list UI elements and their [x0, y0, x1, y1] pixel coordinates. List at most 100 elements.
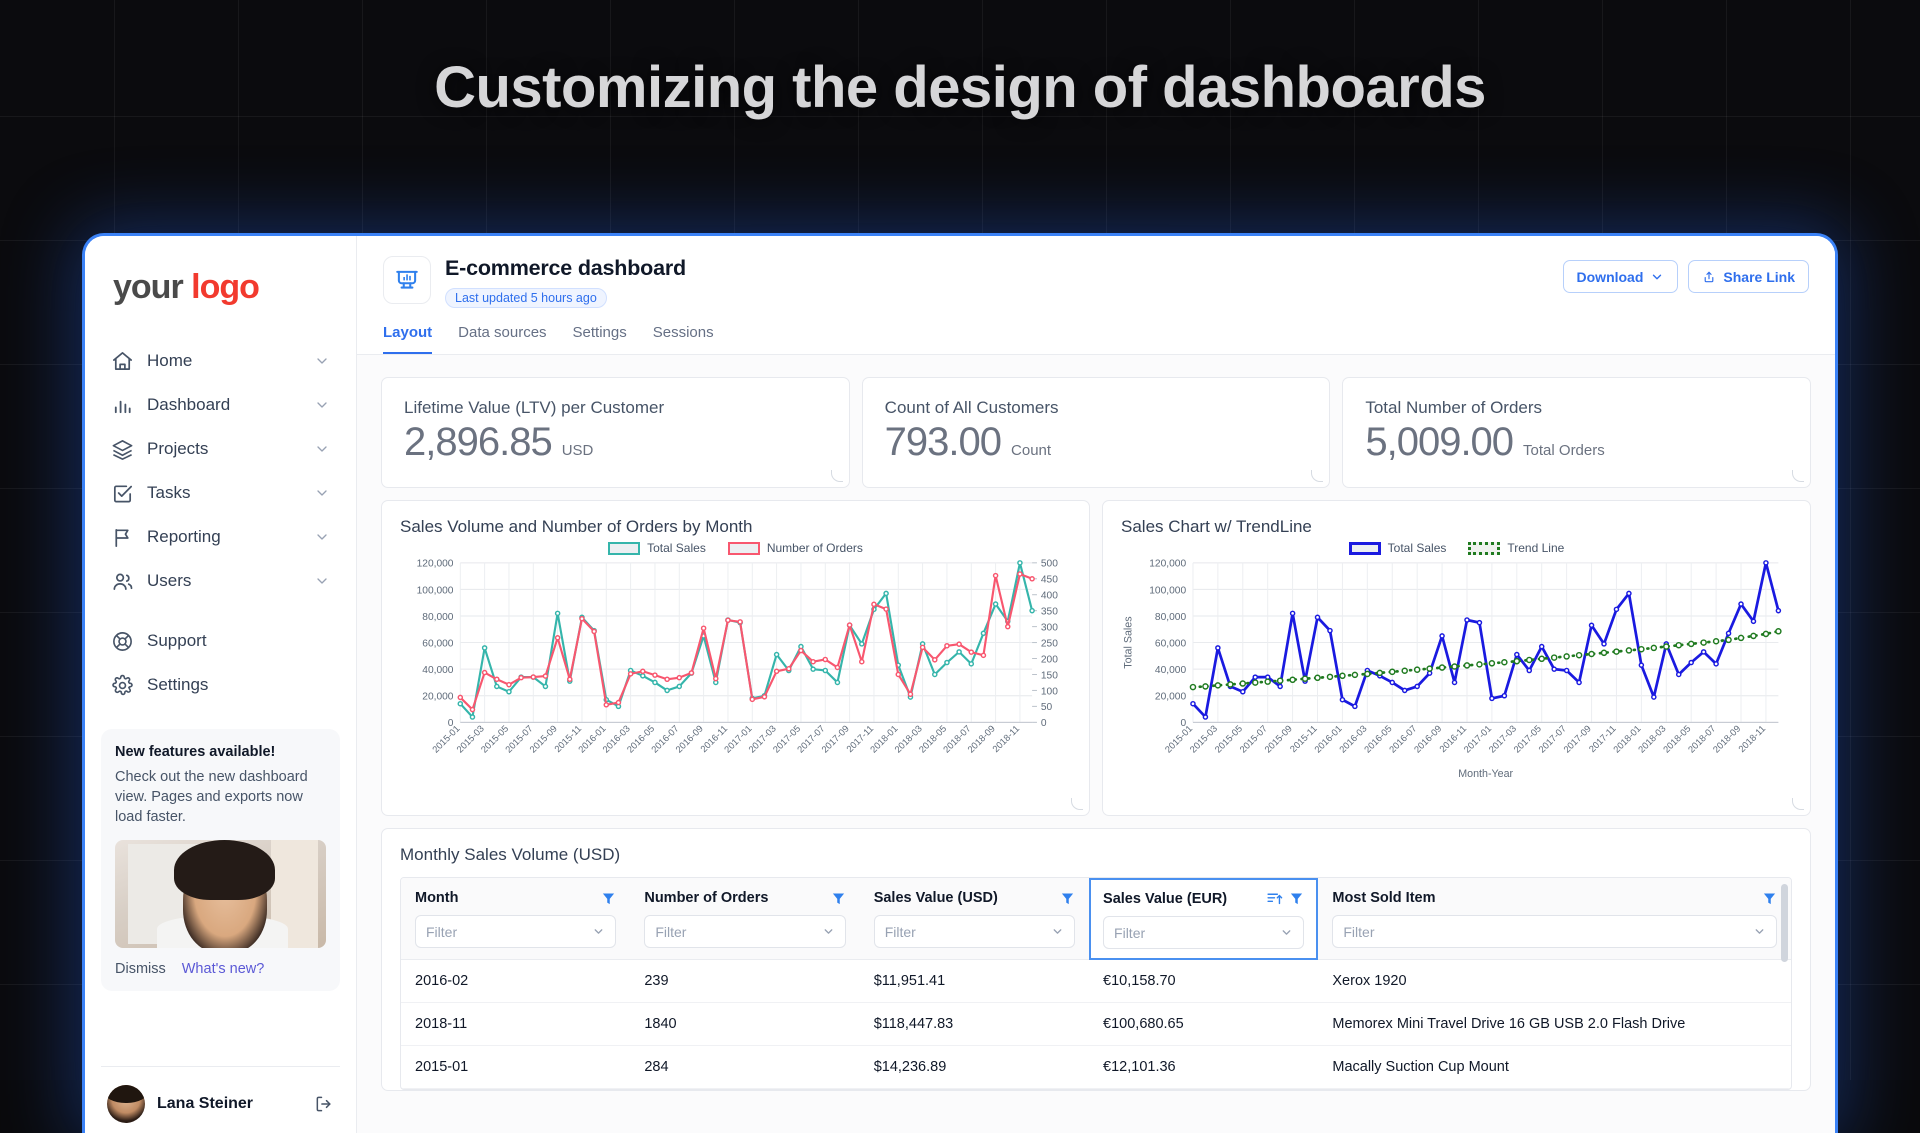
sort-ascending-icon[interactable] — [1266, 890, 1283, 907]
filter-placeholder: Filter — [426, 924, 592, 940]
title-block: E-commerce dashboard Last updated 5 hour… — [445, 256, 1563, 308]
whats-new-link[interactable]: What's new? — [182, 961, 265, 977]
table-row[interactable]: 2018-111840$118,447.83€100,680.65Memorex… — [401, 1003, 1791, 1046]
filter-input-sales-value-usd[interactable]: Filter — [874, 915, 1075, 948]
table-row[interactable]: 2016-02239$11,951.41€10,158.70Xerox 1920 — [401, 960, 1791, 1003]
chevron-down-icon[interactable] — [314, 529, 330, 545]
svg-text:80,000: 80,000 — [422, 612, 454, 623]
legend-swatch-icon — [1468, 542, 1500, 555]
chevron-down-icon[interactable] — [314, 441, 330, 457]
sidebar-item-tasks[interactable]: Tasks — [101, 471, 340, 515]
sidebar-item-users[interactable]: Users — [101, 559, 340, 603]
legend-label: Number of Orders — [767, 541, 863, 555]
kpi-value: 793.00 — [885, 420, 1001, 465]
sidebar-item-label: Tasks — [147, 483, 301, 503]
legend-label: Total Sales — [1388, 541, 1447, 555]
column-header-sales-value-eur[interactable]: Sales Value (EUR) Filter — [1089, 878, 1318, 960]
column-label: Most Sold Item — [1332, 890, 1756, 906]
table-scrollbar[interactable] — [1781, 884, 1788, 962]
table-cell: $118,447.83 — [860, 1003, 1089, 1046]
column-header-sales-value-usd[interactable]: Sales Value (USD) Filter — [860, 878, 1089, 960]
resize-handle[interactable] — [831, 470, 843, 482]
promo-actions: Dismiss What's new? — [115, 961, 326, 977]
sidebar-user[interactable]: Lana Steiner — [101, 1066, 340, 1133]
home-icon — [111, 350, 134, 373]
tab-bar: Layout Data sources Settings Sessions — [383, 324, 1809, 354]
chart-legend: Total Sales Number of Orders — [400, 541, 1071, 555]
sidebar-item-projects[interactable]: Projects — [101, 427, 340, 471]
sidebar-nav: Home Dashboard Projects — [85, 335, 356, 707]
chevron-down-icon — [1753, 925, 1766, 938]
tab-sessions[interactable]: Sessions — [653, 324, 714, 354]
chevron-down-icon — [822, 925, 835, 938]
filter-icon[interactable] — [1762, 891, 1777, 906]
svg-text:Month-Year: Month-Year — [1458, 768, 1513, 779]
column-header-number-of-orders[interactable]: Number of Orders Filter — [630, 878, 859, 960]
kpi-card-orders: Total Number of Orders 5,009.00 Total Or… — [1342, 377, 1811, 488]
chart-row: Sales Volume and Number of Orders by Mon… — [381, 500, 1811, 816]
share-link-label: Share Link — [1723, 269, 1795, 285]
resize-handle[interactable] — [1792, 798, 1804, 810]
kpi-value: 5,009.00 — [1365, 420, 1513, 465]
svg-text:40,000: 40,000 — [422, 665, 454, 676]
svg-text:2016-09: 2016-09 — [1412, 723, 1443, 754]
logo-text-second: logo — [191, 268, 259, 306]
logout-icon[interactable] — [314, 1094, 334, 1114]
top-actions: Download Share Link — [1563, 256, 1809, 293]
table-cell: 2015-01 — [401, 1046, 630, 1089]
resize-handle[interactable] — [1071, 798, 1083, 810]
column-header-month[interactable]: Month Filter — [401, 878, 630, 960]
sidebar-item-label: Users — [147, 571, 301, 591]
chevron-down-icon[interactable] — [314, 397, 330, 413]
column-header-most-sold-item[interactable]: Most Sold Item Filter — [1318, 878, 1791, 960]
table-cell: Xerox 1920 — [1318, 960, 1791, 1003]
svg-text:300: 300 — [1041, 623, 1058, 634]
filter-icon[interactable] — [831, 891, 846, 906]
chevron-down-icon[interactable] — [314, 485, 330, 501]
legend-item-total-sales[interactable]: Total Sales — [608, 541, 706, 555]
svg-text:2018-09: 2018-09 — [1711, 723, 1742, 754]
dismiss-button[interactable]: Dismiss — [115, 961, 166, 977]
sidebar-item-dashboard[interactable]: Dashboard — [101, 383, 340, 427]
filter-input-most-sold-item[interactable]: Filter — [1332, 915, 1777, 948]
gear-icon — [111, 674, 134, 697]
tab-layout[interactable]: Layout — [383, 324, 432, 354]
filter-input-month[interactable]: Filter — [415, 915, 616, 948]
table-title: Monthly Sales Volume (USD) — [400, 845, 1792, 865]
sidebar-item-support[interactable]: Support — [101, 619, 340, 663]
table-row[interactable]: 2015-01284$14,236.89€12,101.36Macally Su… — [401, 1046, 1791, 1089]
promo-title: New features available! — [115, 744, 326, 760]
filter-input-number-of-orders[interactable]: Filter — [644, 915, 845, 948]
app-logo[interactable]: your logo — [85, 236, 356, 335]
kpi-label: Lifetime Value (LTV) per Customer — [404, 398, 827, 418]
tab-data-sources[interactable]: Data sources — [458, 324, 546, 354]
sidebar-item-settings[interactable]: Settings — [101, 663, 340, 707]
chevron-down-icon[interactable] — [314, 353, 330, 369]
filter-icon[interactable] — [1060, 891, 1075, 906]
table-wrap: Month Filter — [400, 877, 1792, 1090]
table-cell: 1840 — [630, 1003, 859, 1046]
legend-item-number-of-orders[interactable]: Number of Orders — [728, 541, 863, 555]
share-icon — [1702, 270, 1716, 284]
filter-icon[interactable] — [601, 891, 616, 906]
filter-input-sales-value-eur[interactable]: Filter — [1103, 916, 1304, 949]
layers-icon — [111, 438, 134, 461]
legend-item-trend-line[interactable]: Trend Line — [1468, 541, 1564, 555]
sidebar-item-reporting[interactable]: Reporting — [101, 515, 340, 559]
sidebar-item-label: Dashboard — [147, 395, 301, 415]
download-button[interactable]: Download — [1563, 260, 1679, 293]
sidebar-item-home[interactable]: Home — [101, 339, 340, 383]
sidebar-item-label: Projects — [147, 439, 301, 459]
share-link-button[interactable]: Share Link — [1688, 260, 1809, 293]
filter-icon[interactable] — [1289, 891, 1304, 906]
tab-settings[interactable]: Settings — [573, 324, 627, 354]
filter-placeholder: Filter — [1114, 925, 1280, 941]
legend-item-total-sales[interactable]: Total Sales — [1349, 541, 1447, 555]
chart-title: Sales Volume and Number of Orders by Mon… — [400, 517, 1071, 537]
resize-handle[interactable] — [1792, 470, 1804, 482]
resize-handle[interactable] — [1311, 470, 1323, 482]
svg-text:350: 350 — [1041, 607, 1058, 618]
sidebar: your logo Home Dashboard — [85, 236, 357, 1133]
svg-text:120,000: 120,000 — [417, 559, 454, 570]
chevron-down-icon[interactable] — [314, 573, 330, 589]
